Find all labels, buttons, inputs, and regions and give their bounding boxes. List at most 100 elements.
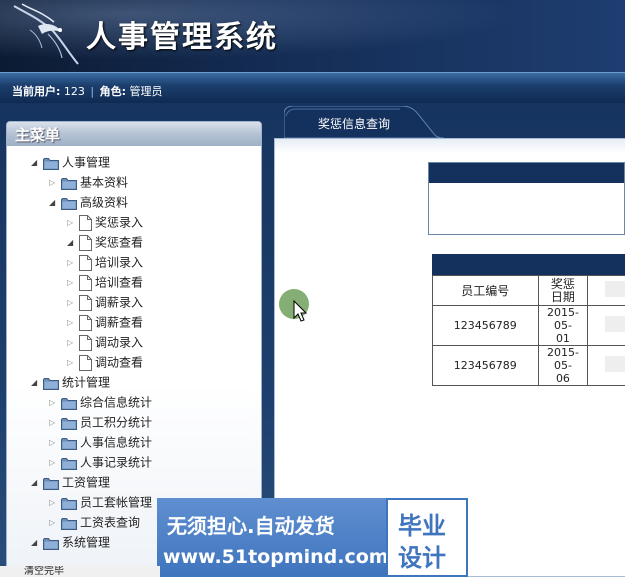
triangle-collapsed-icon[interactable]: ▷ bbox=[49, 173, 61, 193]
menu-item-0[interactable]: ◢ 人事管理 bbox=[31, 152, 110, 172]
menu-item-2[interactable]: ◢ 高级资料 bbox=[49, 192, 128, 212]
tab-label: 奖惩信息查询 bbox=[318, 117, 391, 131]
triangle-collapsed-icon[interactable]: ▷ bbox=[67, 313, 79, 333]
file-icon bbox=[79, 314, 92, 331]
menu-item-11[interactable]: ◢ 统计管理 bbox=[31, 372, 110, 392]
menu-item-3[interactable]: ▷ 奖惩录入 bbox=[67, 212, 143, 232]
triangle-collapsed-icon[interactable]: ▷ bbox=[49, 433, 61, 453]
triangle-expanded-icon[interactable]: ◢ bbox=[31, 153, 43, 173]
column-header-date: 奖惩 日期 bbox=[537, 275, 589, 306]
result-table-panel: 员工编号 奖惩 日期 123456789 2015-05- 01 1234567… bbox=[432, 254, 625, 386]
menu-item-19[interactable]: ◢ 系统管理 bbox=[31, 532, 110, 552]
menu-item-label: 调薪录入 bbox=[95, 295, 144, 310]
menu-item-label: 调薪查看 bbox=[95, 315, 144, 330]
status-bar: 清空完毕 bbox=[0, 566, 160, 577]
watermark-line1: 无须担心.自动发货 bbox=[167, 514, 335, 538]
menu-item-16[interactable]: ◢ 工资管理 bbox=[31, 472, 110, 492]
triangle-collapsed-icon[interactable]: ▷ bbox=[49, 453, 61, 473]
bird-logo-icon bbox=[13, 3, 79, 65]
folder-icon bbox=[43, 476, 59, 490]
menu-item-15[interactable]: ▷ 人事记录统计 bbox=[49, 452, 152, 472]
menu-item-9[interactable]: ▷ 调动录入 bbox=[67, 332, 143, 352]
cell-employee-id: 123456789 bbox=[432, 305, 539, 346]
triangle-expanded-icon[interactable]: ◢ bbox=[67, 233, 79, 253]
menu-item-10[interactable]: ▷ 调动查看 bbox=[67, 352, 143, 372]
menu-item-13[interactable]: ▷ 员工积分统计 bbox=[49, 412, 152, 432]
menu-item-label: 统计管理 bbox=[62, 375, 111, 390]
menu-item-label: 系统管理 bbox=[62, 535, 111, 550]
column-header-extra bbox=[587, 275, 625, 306]
file-icon bbox=[79, 254, 92, 271]
role-value: 管理员 bbox=[129, 85, 163, 98]
file-icon bbox=[79, 334, 92, 351]
menu-item-18[interactable]: ▷ 工资表查询 bbox=[49, 512, 140, 532]
menu-item-17[interactable]: ▷ 员工套帐管理 bbox=[49, 492, 152, 512]
cell-employee-id: 123456789 bbox=[432, 345, 539, 386]
triangle-collapsed-icon[interactable]: ▷ bbox=[67, 353, 79, 373]
folder-icon bbox=[61, 456, 77, 470]
file-icon bbox=[79, 354, 92, 371]
user-info-bar: 当前用户: 123 | 角色: 管理员 bbox=[0, 72, 625, 103]
mouse-cursor-icon bbox=[293, 300, 308, 322]
menu-item-label: 员工积分统计 bbox=[80, 415, 153, 430]
menu-item-label: 人事信息统计 bbox=[80, 435, 153, 450]
file-icon bbox=[79, 294, 92, 311]
triangle-collapsed-icon[interactable]: ▷ bbox=[67, 333, 79, 353]
cell-date: 2015-05- 01 bbox=[537, 305, 589, 346]
folder-icon bbox=[61, 416, 77, 430]
triangle-collapsed-icon[interactable]: ▷ bbox=[67, 273, 79, 293]
table-row[interactable]: 123456789 2015-05- 06 bbox=[432, 345, 625, 386]
table-header-row: 员工编号 奖惩 日期 bbox=[432, 275, 625, 306]
tab-reward-punishment-query[interactable]: 奖惩信息查询 bbox=[284, 106, 444, 138]
triangle-collapsed-icon[interactable]: ▷ bbox=[67, 213, 79, 233]
triangle-expanded-icon[interactable]: ◢ bbox=[31, 533, 43, 553]
menu-item-label: 人事记录统计 bbox=[80, 455, 153, 470]
menu-item-label: 调动查看 bbox=[95, 355, 144, 370]
main-menu-title: 主菜单 bbox=[7, 122, 261, 146]
triangle-collapsed-icon[interactable]: ▷ bbox=[67, 293, 79, 313]
menu-item-label: 工资表查询 bbox=[80, 515, 141, 530]
query-form-header bbox=[429, 163, 624, 183]
menu-item-label: 综合信息统计 bbox=[80, 395, 153, 410]
status-text: 清空完毕 bbox=[24, 566, 64, 577]
menu-item-label: 基本资料 bbox=[80, 175, 129, 190]
folder-icon bbox=[43, 536, 59, 550]
tab-strip: 奖惩信息查询 bbox=[274, 106, 625, 138]
menu-item-12[interactable]: ▷ 综合信息统计 bbox=[49, 392, 152, 412]
menu-item-14[interactable]: ▷ 人事信息统计 bbox=[49, 432, 152, 452]
menu-item-6[interactable]: ▷ 培训查看 bbox=[67, 272, 143, 292]
query-form-panel bbox=[428, 162, 625, 235]
triangle-collapsed-icon[interactable]: ▷ bbox=[49, 493, 61, 513]
watermark-left: 无须担心.自动发货 www.51topmind.com bbox=[157, 498, 389, 577]
menu-item-label: 培训查看 bbox=[95, 275, 144, 290]
triangle-expanded-icon[interactable]: ◢ bbox=[31, 373, 43, 393]
menu-item-8[interactable]: ▷ 调薪查看 bbox=[67, 312, 143, 332]
user-bar-separator: | bbox=[90, 85, 95, 98]
folder-icon bbox=[61, 196, 77, 210]
watermark-badge: 毕业 设计 bbox=[386, 498, 468, 577]
table-row[interactable]: 123456789 2015-05- 01 bbox=[432, 305, 625, 346]
result-table-header-bar bbox=[432, 254, 625, 275]
folder-icon bbox=[43, 376, 59, 390]
triangle-collapsed-icon[interactable]: ▷ bbox=[49, 513, 61, 533]
folder-icon bbox=[61, 516, 77, 530]
watermark-badge-line1: 毕业 bbox=[398, 512, 446, 540]
file-icon bbox=[79, 234, 92, 251]
menu-item-label: 工资管理 bbox=[62, 475, 111, 490]
folder-icon bbox=[61, 436, 77, 450]
triangle-collapsed-icon[interactable]: ▷ bbox=[67, 253, 79, 273]
column-header-date-text: 奖惩 日期 bbox=[550, 276, 575, 304]
app-title: 人事管理系统 bbox=[86, 20, 278, 55]
menu-item-4[interactable]: ◢ 奖惩查看 bbox=[67, 232, 143, 252]
menu-item-7[interactable]: ▷ 调薪录入 bbox=[67, 292, 143, 312]
triangle-collapsed-icon[interactable]: ▷ bbox=[49, 393, 61, 413]
menu-item-label: 高级资料 bbox=[80, 195, 129, 210]
cell-date-text: 2015-05- 01 bbox=[546, 306, 579, 345]
menu-item-label: 奖惩录入 bbox=[95, 215, 144, 230]
menu-item-1[interactable]: ▷ 基本资料 bbox=[49, 172, 128, 192]
triangle-collapsed-icon[interactable]: ▷ bbox=[49, 413, 61, 433]
app-header: 人事管理系统 bbox=[0, 0, 625, 72]
menu-item-5[interactable]: ▷ 培训录入 bbox=[67, 252, 143, 272]
triangle-expanded-icon[interactable]: ◢ bbox=[31, 473, 43, 493]
triangle-expanded-icon[interactable]: ◢ bbox=[49, 193, 61, 213]
